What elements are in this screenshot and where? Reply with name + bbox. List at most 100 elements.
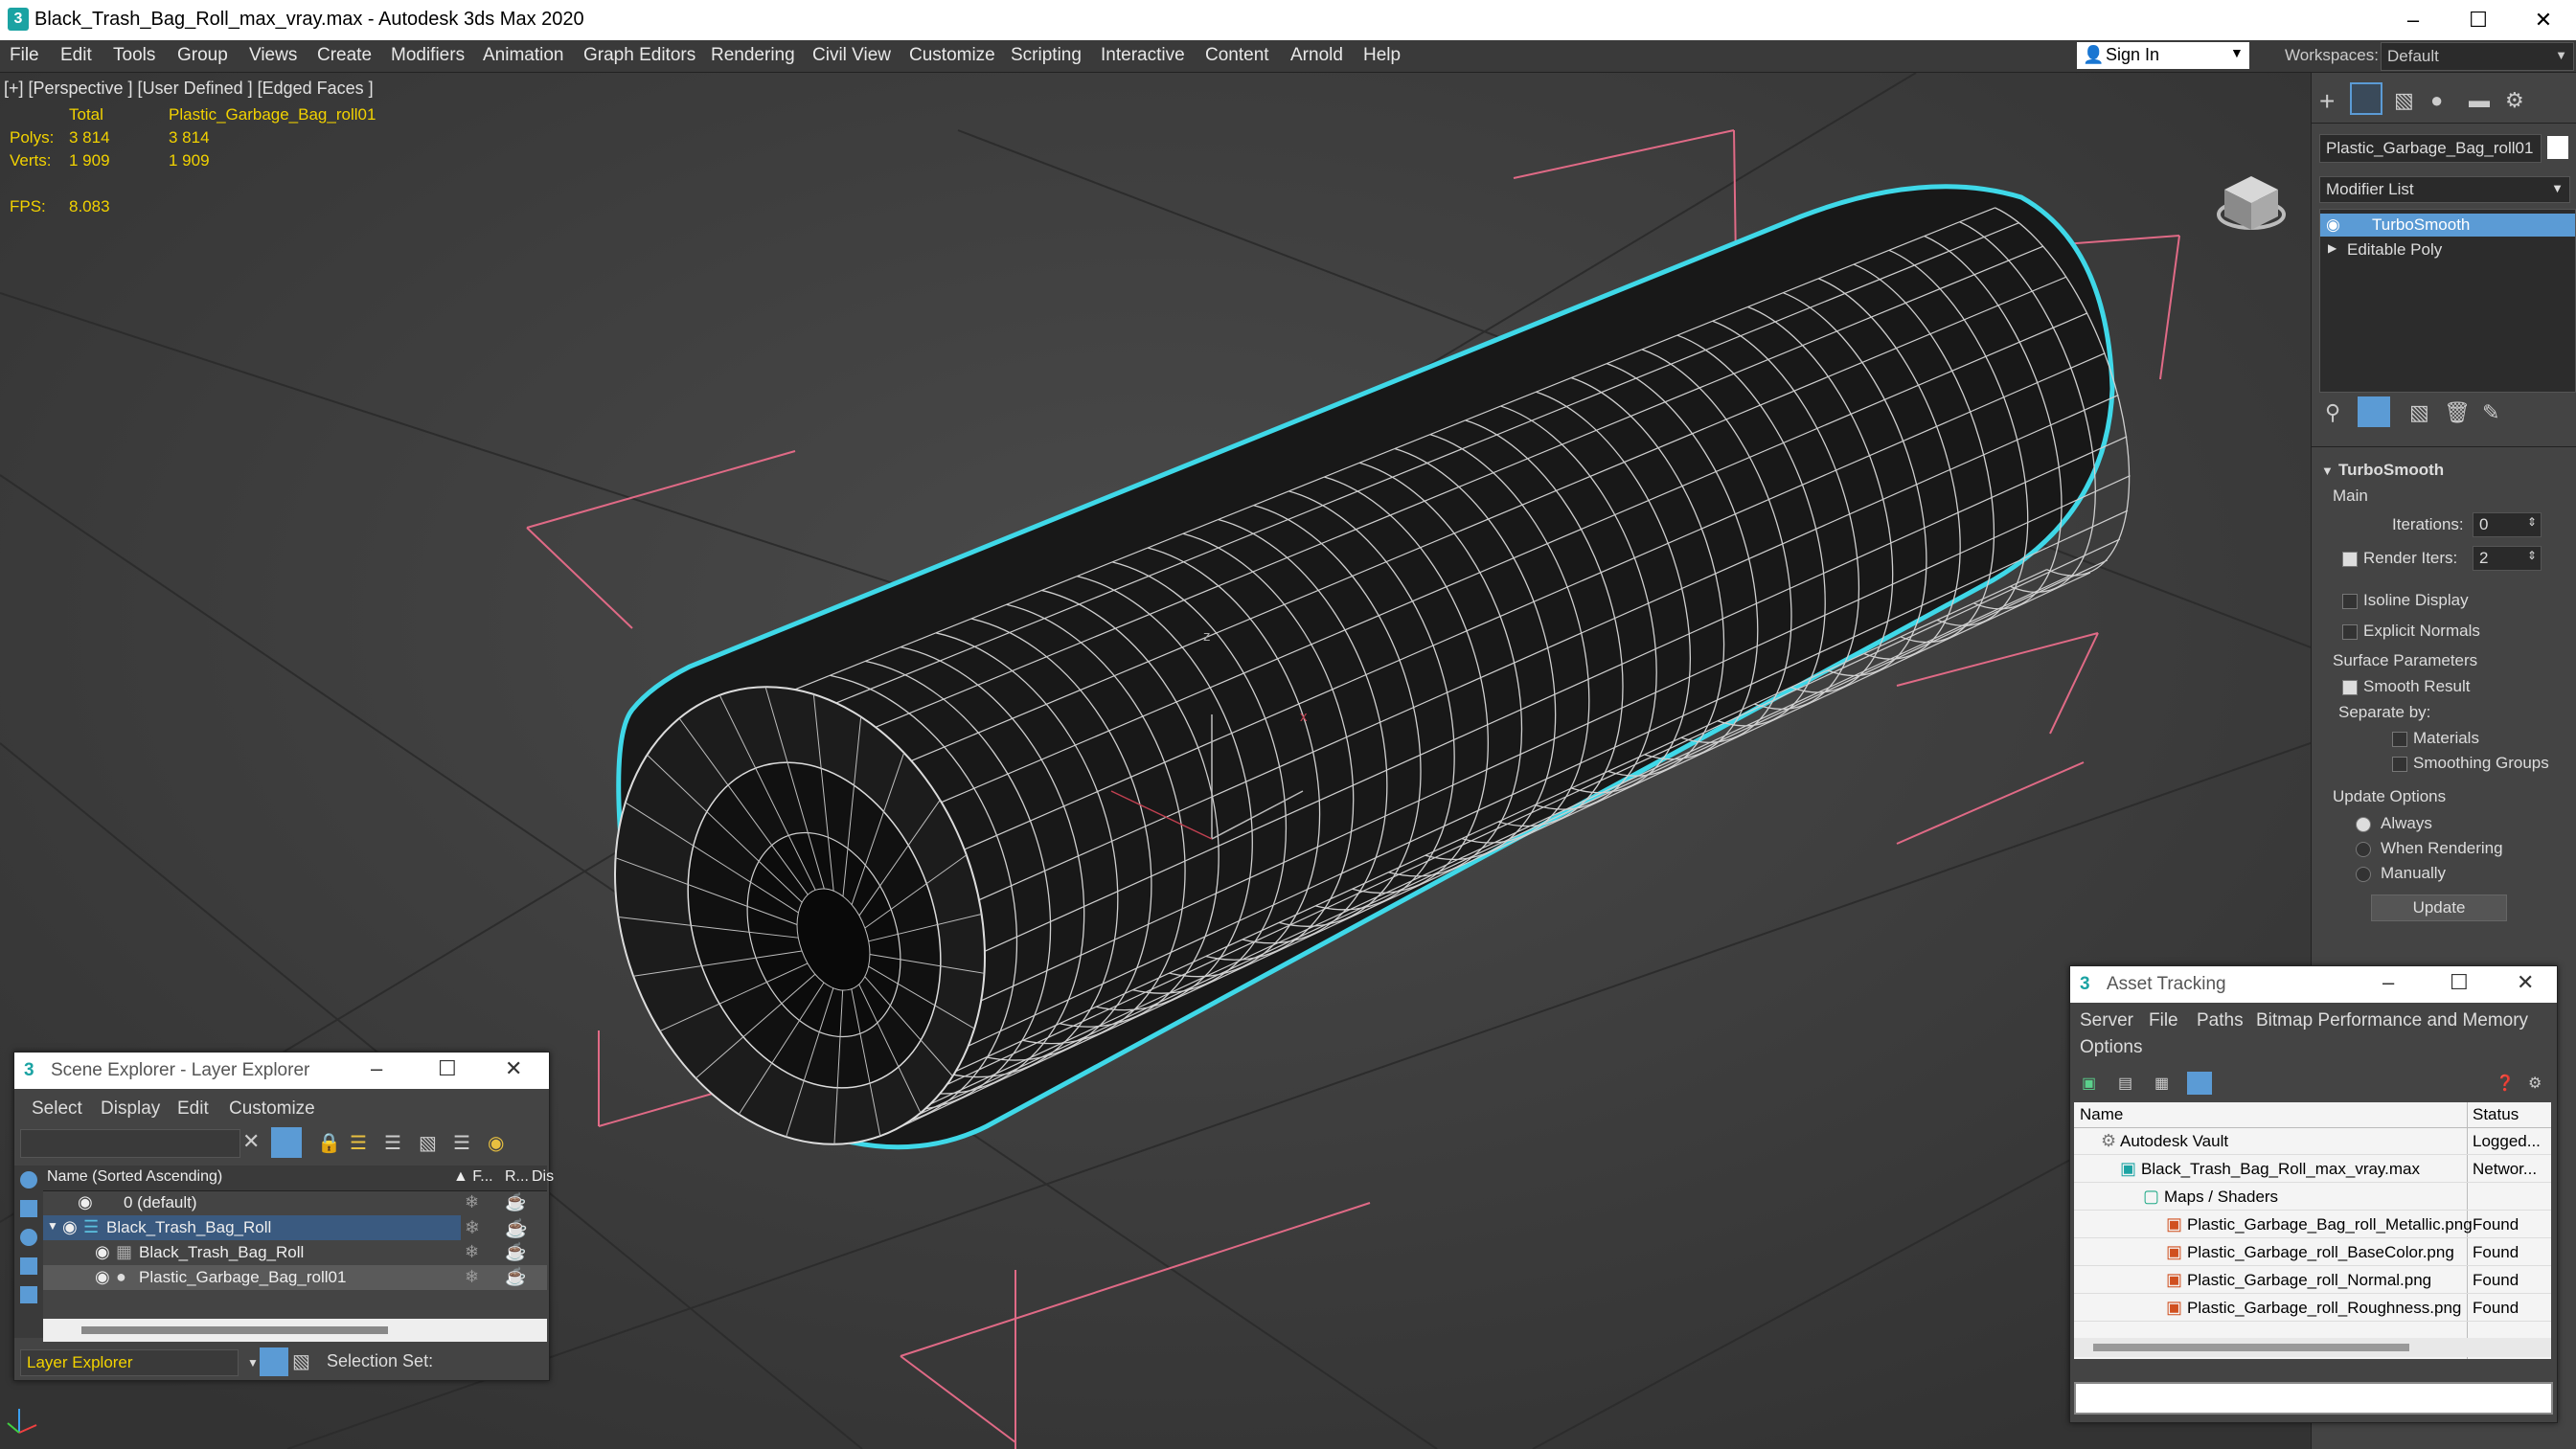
list-icon[interactable]: ▤ [2118, 1074, 2132, 1093]
close-icon[interactable]: ✕ [2517, 970, 2534, 995]
visibility-eye-icon[interactable]: ◉ [62, 1217, 78, 1237]
table-row[interactable]: ▣ Plastic_Garbage_roll_BaseColor.png Fou… [2074, 1240, 2551, 1266]
menu-arnold[interactable]: Arnold [1290, 45, 1343, 66]
modifier-list-dropdown[interactable]: Modifier List ▼ [2319, 176, 2570, 203]
explicit-normals-checkbox[interactable] [2342, 624, 2358, 640]
asset-path-field[interactable] [2074, 1382, 2553, 1415]
scene-explorer-title-bar[interactable]: 3 Scene Explorer - Layer Explorer – ☐ ✕ [14, 1053, 549, 1089]
table-icon[interactable]: ▦ [2154, 1074, 2169, 1093]
col-status[interactable]: Status [2473, 1105, 2519, 1124]
spinner-arrows-icon[interactable]: ⇕ [2527, 549, 2537, 562]
spinner-arrows-icon[interactable]: ⇕ [2527, 515, 2537, 529]
menu-file[interactable]: File [10, 45, 39, 66]
stack-item-editable-poly[interactable]: ▶ Editable Poly [2320, 238, 2575, 261]
eye-icon[interactable]: ◉ [2326, 215, 2340, 235]
update-button[interactable]: Update [2371, 894, 2507, 921]
new-layer-icon[interactable]: ☰ [350, 1131, 367, 1155]
grid-view-icon[interactable] [2187, 1072, 2212, 1095]
smoothing-groups-checkbox[interactable] [2392, 757, 2407, 772]
render-teapot-icon[interactable]: ☕ [505, 1192, 526, 1212]
freeze-icon[interactable]: ❄ [465, 1267, 479, 1287]
isoline-checkbox[interactable] [2342, 594, 2358, 609]
se-menu-edit[interactable]: Edit [177, 1098, 209, 1120]
display-tab-icon[interactable]: ▬ [2469, 88, 2490, 113]
se-menu-display[interactable]: Display [101, 1098, 160, 1120]
remove-modifier-icon[interactable]: 🗑 [2444, 400, 2471, 425]
menu-edit[interactable]: Edit [60, 45, 92, 66]
col-render[interactable]: R... [505, 1168, 529, 1186]
expand-arrow-icon[interactable]: ▶ [2328, 241, 2337, 255]
motion-tab-icon[interactable]: ● [2430, 88, 2443, 113]
menu-group[interactable]: Group [177, 45, 228, 66]
iterations-spinner[interactable]: 0 ⇕ [2473, 512, 2542, 537]
menu-customize[interactable]: Customize [909, 45, 995, 66]
close-icon[interactable]: ✕ [2510, 0, 2576, 40]
explorer-type-dropdown[interactable]: Layer Explorer ▼ [20, 1349, 259, 1376]
se-horizontal-scrollbar[interactable] [43, 1319, 547, 1342]
rollout-collapse-icon[interactable]: ▼ [2321, 464, 2334, 478]
at-menu-paths[interactable]: Paths [2197, 1010, 2244, 1031]
scrollbar-thumb[interactable] [2093, 1344, 2409, 1351]
object-name-field[interactable]: Plastic_Garbage_Bag_roll01 [2319, 134, 2542, 163]
menu-rendering[interactable]: Rendering [711, 45, 795, 66]
render-teapot-icon[interactable]: ☕ [505, 1217, 528, 1240]
at-horizontal-scrollbar[interactable] [2074, 1338, 2551, 1357]
display-geometry-icon[interactable] [20, 1200, 37, 1217]
table-row[interactable]: ▣ Plastic_Garbage_roll_Normal.png Found [2074, 1268, 2551, 1294]
close-icon[interactable]: ✕ [505, 1056, 522, 1081]
minimize-icon[interactable]: – [2380, 0, 2447, 40]
visibility-eye-icon[interactable]: ◉ [95, 1267, 110, 1287]
clear-search-icon[interactable]: ✕ [242, 1129, 260, 1154]
menu-help[interactable]: Help [1363, 45, 1401, 66]
col-freeze[interactable]: ▲ F... [453, 1168, 493, 1186]
menu-civil-view[interactable]: Civil View [812, 45, 891, 66]
table-row[interactable]: ◉ 0 (default) ❄ ☕ [43, 1190, 547, 1215]
minimize-icon[interactable]: – [2382, 970, 2394, 995]
col-name[interactable]: Name (Sorted Ascending) [47, 1168, 222, 1186]
menu-modifiers[interactable]: Modifiers [391, 45, 465, 66]
table-row[interactable]: ⚙ Autodesk Vault Logged... [2074, 1129, 2551, 1155]
menu-tools[interactable]: Tools [113, 45, 155, 66]
minimize-icon[interactable]: – [371, 1056, 382, 1081]
menu-graph-editors[interactable]: Graph Editors [583, 45, 695, 66]
hierarchy-mode-icon[interactable]: ▧ [292, 1349, 310, 1373]
table-row[interactable]: ▣ Plastic_Garbage_Bag_roll_Metallic.png … [2074, 1212, 2551, 1238]
display-cameras-icon[interactable] [20, 1257, 37, 1275]
table-row[interactable]: ◉ ▦ Black_Trash_Bag_Roll ❄ ☕ [43, 1240, 547, 1265]
filter-icon[interactable] [271, 1127, 302, 1158]
se-search-input[interactable] [20, 1129, 240, 1158]
smooth-result-checkbox[interactable] [2342, 680, 2358, 695]
render-teapot-icon[interactable]: ☕ [505, 1267, 526, 1287]
expand-arrow-icon[interactable]: ▼ [47, 1219, 58, 1233]
maximize-icon[interactable]: ☐ [438, 1056, 457, 1081]
when-rendering-radio[interactable] [2356, 842, 2371, 857]
help-icon[interactable]: ❓ [2496, 1074, 2515, 1093]
maximize-icon[interactable]: ☐ [2445, 0, 2512, 40]
freeze-icon[interactable]: ❄ [465, 1242, 479, 1262]
hierarchy-icon[interactable]: ▧ [419, 1131, 437, 1155]
layers-icon[interactable]: ☰ [453, 1131, 470, 1155]
render-iters-checkbox[interactable] [2342, 552, 2358, 567]
object-color-swatch[interactable] [2547, 136, 2568, 159]
materials-checkbox[interactable] [2392, 732, 2407, 747]
make-unique-icon[interactable]: ▧ [2409, 400, 2429, 425]
workspace-dropdown[interactable]: Default ▼ [2381, 42, 2574, 71]
scrollbar-thumb[interactable] [81, 1326, 388, 1334]
menu-content[interactable]: Content [1205, 45, 1269, 66]
render-teapot-icon[interactable]: ☕ [505, 1242, 526, 1262]
viewport-label[interactable]: [+] [Perspective ] [User Defined ] [Edge… [4, 79, 374, 99]
display-objects-icon[interactable] [20, 1171, 37, 1189]
show-end-result-icon[interactable] [2358, 396, 2390, 427]
se-menu-customize[interactable]: Customize [229, 1098, 315, 1120]
lock-icon[interactable]: 🔒 [317, 1131, 341, 1155]
pin-stack-icon[interactable]: ⚲ [2325, 400, 2340, 425]
visibility-eye-icon[interactable]: ◉ [95, 1242, 110, 1262]
workspace-selector[interactable]: Workspaces: Default ▼ [2285, 42, 2576, 71]
table-row[interactable]: ▣ Black_Trash_Bag_Roll_max_vray.max Netw… [2074, 1157, 2551, 1183]
at-menu-bitmap[interactable]: Bitmap Performance and Memory [2256, 1010, 2528, 1031]
add-to-layer-icon[interactable]: ☰ [384, 1131, 401, 1155]
asset-tracking-title-bar[interactable]: 3 Asset Tracking – ☐ ✕ [2070, 966, 2557, 1003]
configure-sets-icon[interactable]: ✎ [2482, 400, 2499, 425]
visibility-eye-icon[interactable]: ◉ [78, 1192, 93, 1212]
settings-icon[interactable]: ⚙ [2528, 1074, 2542, 1093]
